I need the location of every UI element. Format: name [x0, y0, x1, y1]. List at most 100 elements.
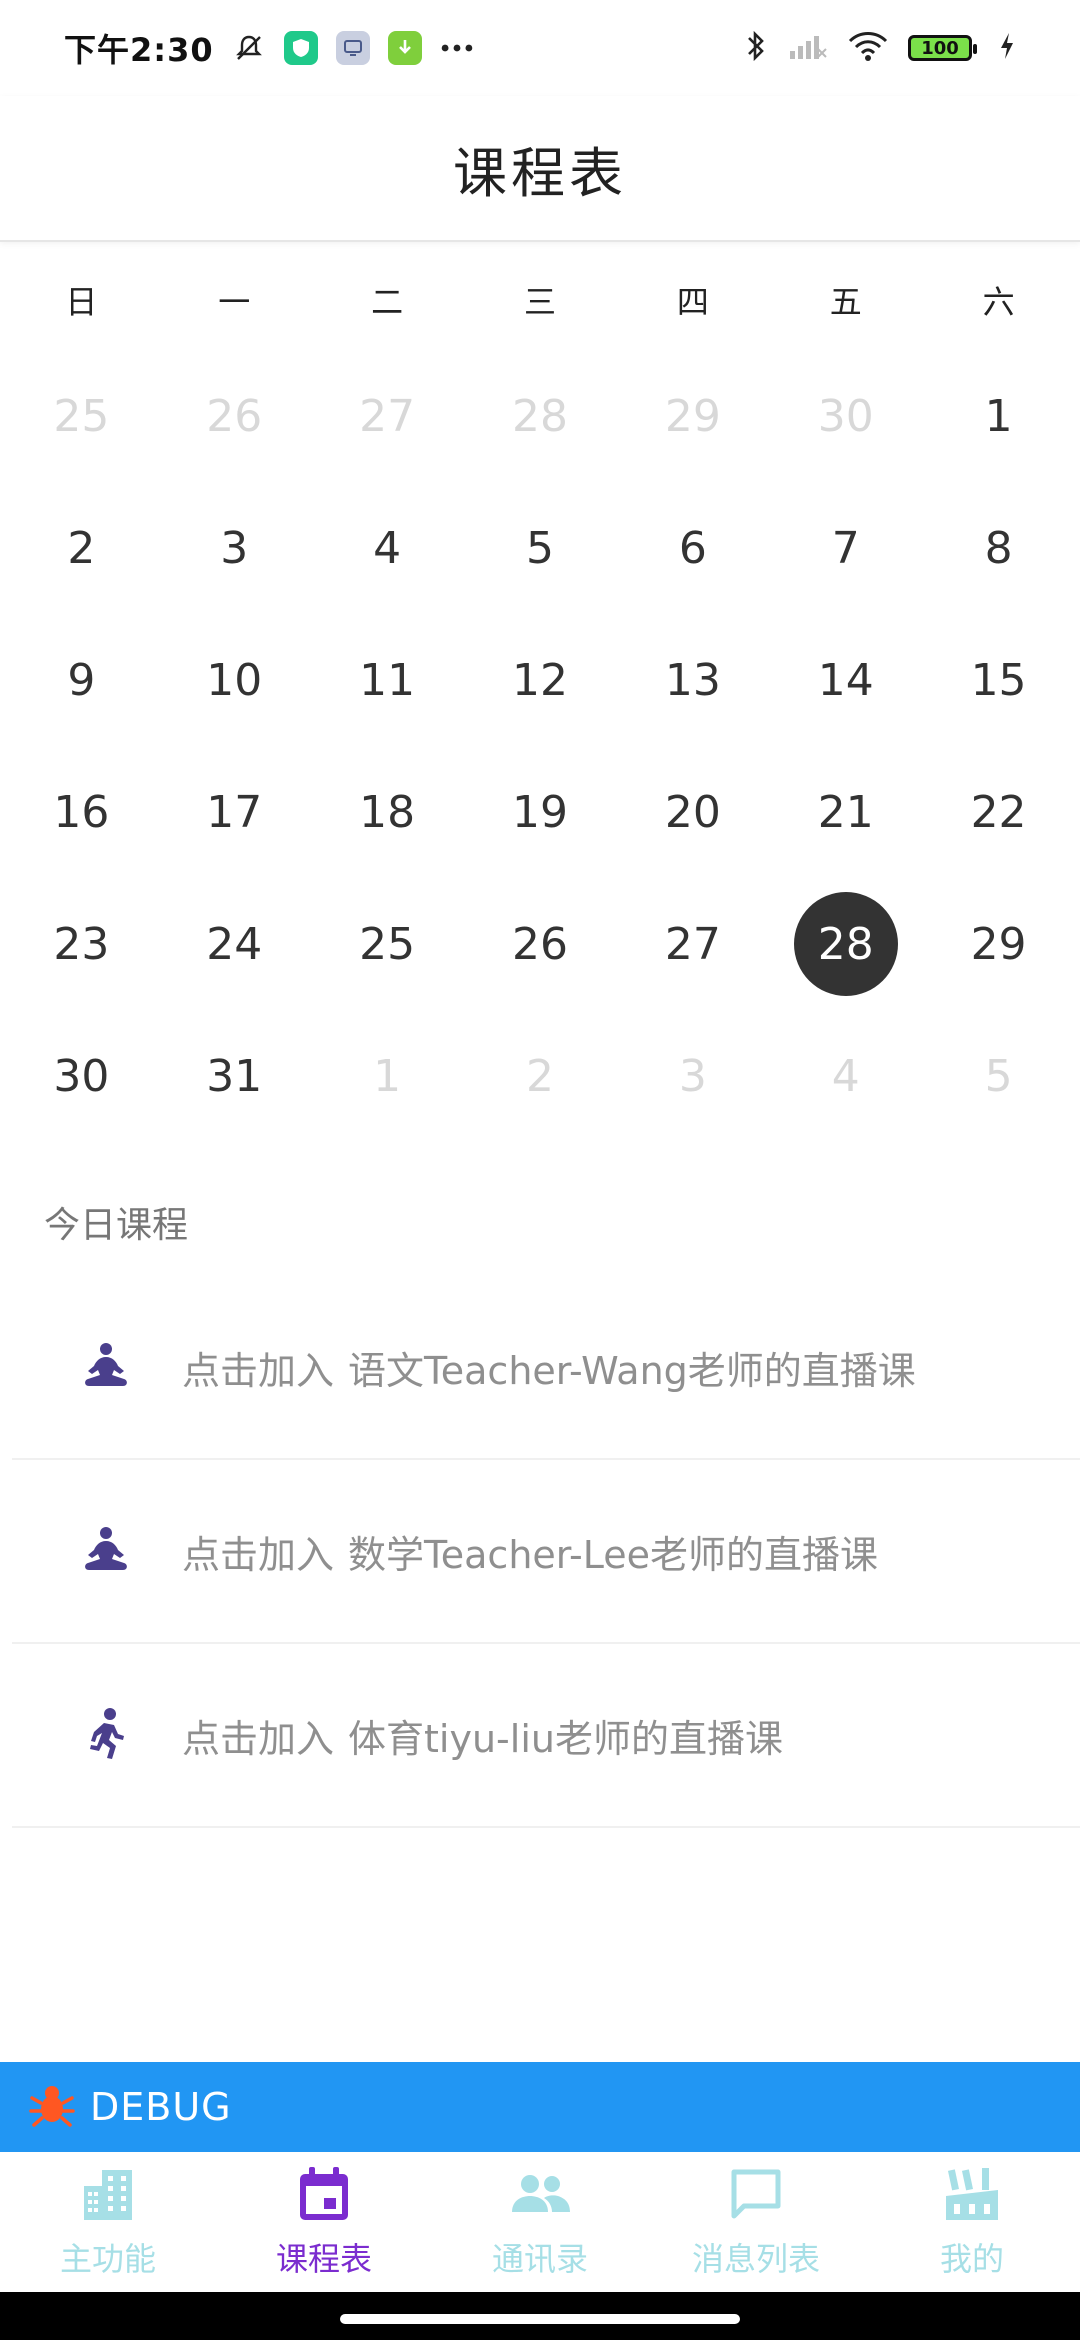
calendar-day-label: 9 [67, 654, 96, 706]
calendar-day[interactable]: 7 [769, 482, 922, 614]
bluetooth-icon [744, 29, 768, 67]
calendar-day[interactable]: 12 [464, 614, 617, 746]
calendar-day[interactable]: 11 [311, 614, 464, 746]
calendar-day-label: 31 [206, 1050, 263, 1102]
calendar-day[interactable]: 18 [311, 746, 464, 878]
calendar-day[interactable]: 19 [464, 746, 617, 878]
course-list: 点击加入 语文Teacher-Wang老师的直播课 点击加入 数学Teacher-L… [12, 1276, 1080, 1828]
nav-item-messages[interactable]: 消息列表 [648, 2152, 864, 2292]
nav-label-schedule: 课程表 [275, 2240, 372, 2278]
calendar-day-label: 29 [970, 918, 1027, 970]
debug-bar[interactable]: DEBUG [0, 2062, 1080, 2152]
calendar-day[interactable]: 10 [158, 614, 311, 746]
buildings-icon [78, 2164, 138, 2228]
calendar-day-label: 26 [511, 918, 568, 970]
course-text: 点击加入 语文Teacher-Wang老师的直播课 [182, 1340, 916, 1395]
calendar-day[interactable]: 4 [769, 1010, 922, 1142]
calendar-day[interactable]: 22 [922, 746, 1075, 878]
nav-label-mine: 我的 [939, 2240, 1004, 2278]
calendar-day[interactable]: 26 [464, 878, 617, 1010]
calendar-day[interactable]: 8 [922, 482, 1075, 614]
calendar-day-label: 22 [970, 786, 1027, 838]
calendar-day[interactable]: 5 [922, 1010, 1075, 1142]
status-bar: 下午2:30 100 [0, 0, 1080, 96]
calendar-day[interactable]: 2 [5, 482, 158, 614]
battery-indicator: 100 [908, 35, 977, 61]
calendar-day-selected[interactable]: 28 [769, 878, 922, 1010]
course-item-pe[interactable]: 点击加入 体育tiyu-liu老师的直播课 [12, 1644, 1080, 1828]
course-prefix: 点击加入 [182, 1716, 335, 1761]
calendar-day-label: 7 [831, 522, 860, 574]
calendar-day[interactable]: 23 [5, 878, 158, 1010]
calendar-day[interactable]: 4 [311, 482, 464, 614]
calendar-day[interactable]: 13 [616, 614, 769, 746]
calendar-day[interactable]: 24 [158, 878, 311, 1010]
calendar-day-label: 18 [359, 786, 416, 838]
nav-item-schedule[interactable]: 课程表 [216, 2152, 432, 2292]
calendar-day[interactable]: 14 [769, 614, 922, 746]
calendar-day-label: 1 [373, 1050, 402, 1102]
calendar-day[interactable]: 29 [616, 350, 769, 482]
nav-label-contacts: 通讯录 [491, 2240, 588, 2278]
calendar-day[interactable]: 3 [616, 1010, 769, 1142]
calendar-day[interactable]: 25 [311, 878, 464, 1010]
calendar-day[interactable]: 27 [616, 878, 769, 1010]
calendar-day-label: 16 [53, 786, 110, 838]
charging-icon [998, 31, 1016, 65]
calendar-day[interactable]: 9 [5, 614, 158, 746]
nav-item-contacts[interactable]: 通讯录 [432, 2152, 648, 2292]
course-title: 体育tiyu-liu老师的直播课 [348, 1716, 783, 1761]
calendar-day-label: 19 [511, 786, 568, 838]
calendar-day[interactable]: 21 [769, 746, 922, 878]
home-gesture-handle[interactable] [340, 2314, 740, 2324]
calendar-day[interactable]: 17 [158, 746, 311, 878]
calendar-day[interactable]: 6 [616, 482, 769, 614]
calendar-day[interactable]: 31 [158, 1010, 311, 1142]
calendar-day[interactable]: 30 [769, 350, 922, 482]
calendar-icon [294, 2164, 354, 2228]
debug-label: DEBUG [90, 2085, 232, 2129]
download-icon [387, 31, 422, 65]
calendar-day-label: 12 [511, 654, 568, 706]
calendar-day[interactable]: 25 [5, 350, 158, 482]
calendar-day[interactable]: 2 [464, 1010, 617, 1142]
weekday-sat: 六 [982, 283, 1015, 321]
calendar-day[interactable]: 26 [158, 350, 311, 482]
course-item-math[interactable]: 点击加入 数学Teacher-Lee老师的直播课 [12, 1460, 1080, 1644]
calendar-day-label: 4 [373, 522, 402, 574]
calendar-day[interactable]: 30 [5, 1010, 158, 1142]
calendar-day-label: 26 [206, 390, 263, 442]
meditation-icon [76, 1337, 136, 1397]
calendar-day[interactable]: 28 [464, 350, 617, 482]
calendar-day[interactable]: 16 [5, 746, 158, 878]
course-item-chinese[interactable]: 点击加入 语文Teacher-Wang老师的直播课 [12, 1276, 1080, 1460]
nav-item-mine[interactable]: 我的 [864, 2152, 1080, 2292]
app-bar: 课程表 [0, 96, 1080, 242]
course-title: 语文Teacher-Wang老师的直播课 [348, 1348, 916, 1393]
calendar-day[interactable]: 15 [922, 614, 1075, 746]
calendar-day-label: 14 [817, 654, 874, 706]
calendar-day-label: 4 [831, 1050, 860, 1102]
weekday-sun: 日 [65, 283, 98, 321]
weekday-mon: 一 [218, 283, 251, 321]
calendar-day-label: 6 [678, 522, 707, 574]
calendar-day[interactable]: 5 [464, 482, 617, 614]
course-text: 点击加入 数学Teacher-Lee老师的直播课 [182, 1524, 878, 1579]
calendar-day[interactable]: 29 [922, 878, 1075, 1010]
calendar-day-label: 11 [359, 654, 416, 706]
calendar-day[interactable]: 1 [922, 350, 1075, 482]
calendar-day-label: 2 [525, 1050, 554, 1102]
calendar-day-label: 3 [220, 522, 249, 574]
calendar-day[interactable]: 1 [311, 1010, 464, 1142]
bug-icon [28, 2081, 76, 2133]
calendar-day-label: 30 [817, 390, 874, 442]
course-prefix: 点击加入 [182, 1532, 335, 1577]
calendar-day[interactable]: 20 [616, 746, 769, 878]
calendar-day-label: 21 [817, 786, 874, 838]
calendar-day-label: 30 [53, 1050, 110, 1102]
calendar-day[interactable]: 27 [311, 350, 464, 482]
nav-item-main[interactable]: 主功能 [0, 2152, 216, 2292]
calendar-day-label: 5 [525, 522, 554, 574]
calendar-day-label: 10 [206, 654, 263, 706]
calendar-day[interactable]: 3 [158, 482, 311, 614]
